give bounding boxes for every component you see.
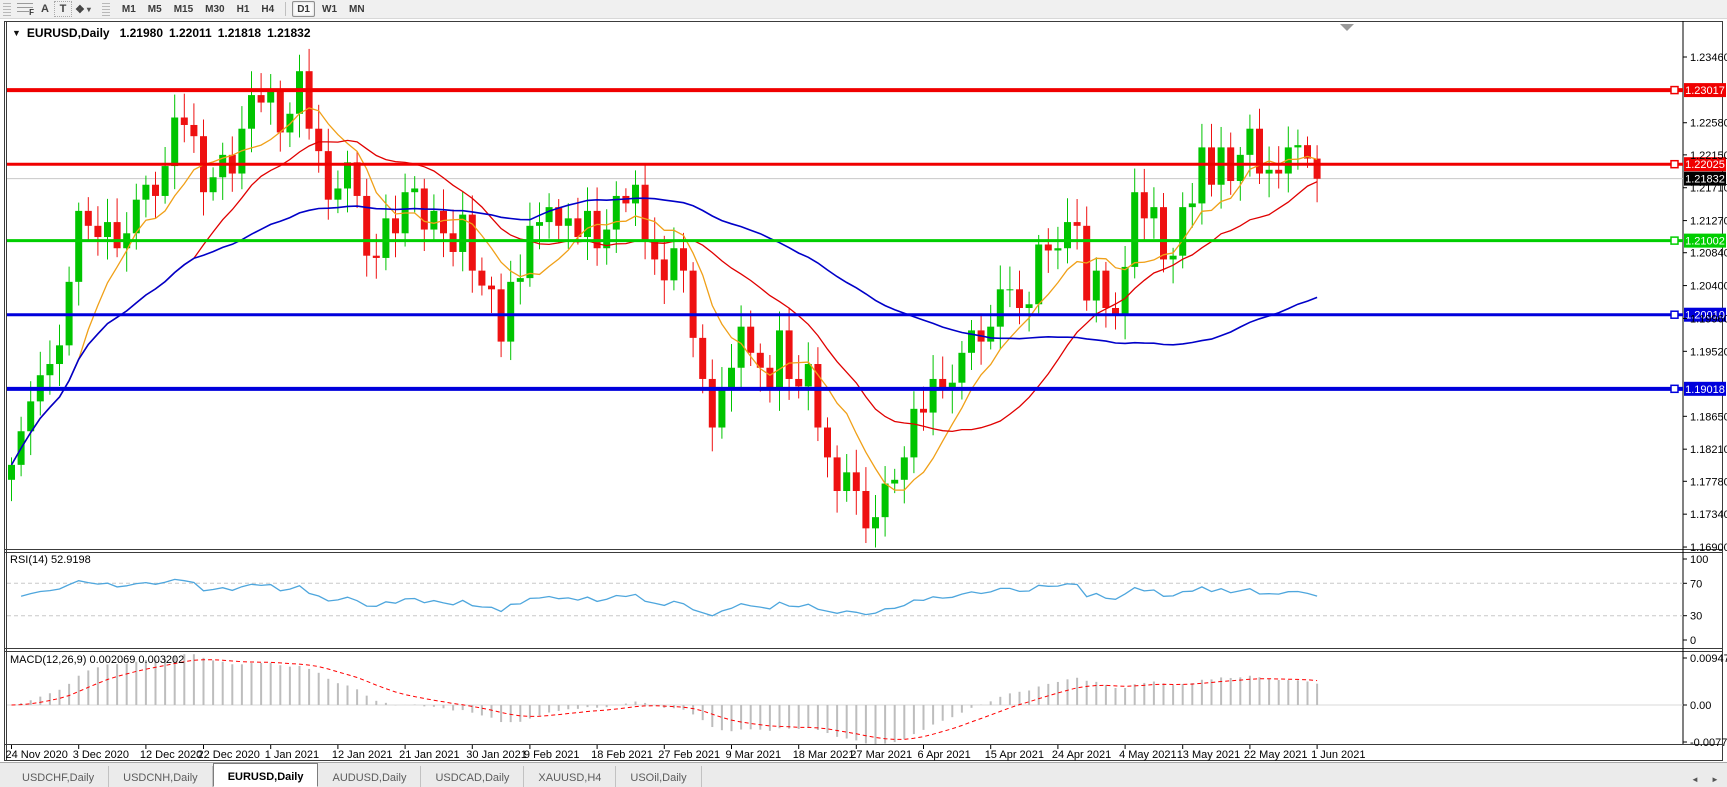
svg-text:1.21710: 1.21710 (1690, 183, 1727, 195)
date-tick-label: 24 Apr 2021 (1052, 749, 1111, 761)
svg-text:1.19520: 1.19520 (1690, 346, 1727, 358)
symbol-tab-xauusd[interactable]: XAUUSD,H4 (524, 766, 616, 787)
chart-symbol-label: EURUSD,Daily (27, 26, 110, 40)
collapse-ohlc-icon[interactable]: ▼ (12, 28, 21, 38)
timeframe-button-mn[interactable]: MN (344, 1, 370, 17)
timeframe-button-h1[interactable]: H1 (232, 1, 255, 17)
symbol-tab-usdchf[interactable]: USDCHF,Daily (8, 766, 109, 787)
svg-text:-0.007778: -0.007778 (1690, 737, 1727, 749)
svg-text:1.18210: 1.18210 (1690, 444, 1727, 456)
fibonacci-icon[interactable]: F (14, 1, 36, 17)
date-tick-label: 22 Dec 2020 (198, 749, 260, 761)
svg-text:1.21270: 1.21270 (1690, 216, 1727, 228)
date-tick-label: 18 Mar 2021 (793, 749, 855, 761)
date-tick-label: 6 Apr 2021 (918, 749, 971, 761)
svg-text:70: 70 (1690, 578, 1702, 590)
date-tick-label: 27 Mar 2021 (850, 749, 912, 761)
date-tick-label: 1 Jun 2021 (1311, 749, 1365, 761)
svg-text:0: 0 (1690, 635, 1696, 647)
date-tick-label: 22 May 2021 (1244, 749, 1308, 761)
timeframe-button-m30[interactable]: M30 (200, 1, 229, 17)
svg-text:1.20840: 1.20840 (1690, 248, 1727, 260)
symbol-tab-usdcad[interactable]: USDCAD,Daily (421, 766, 524, 787)
timeframe-group: M1M5M15M30H1H4 D1W1MN (117, 1, 370, 17)
toolbar-separator (285, 2, 286, 16)
date-tick-label: 13 May 2021 (1177, 749, 1241, 761)
svg-text:1.22150: 1.22150 (1690, 150, 1727, 162)
symbol-tab-audusd[interactable]: AUDUSD,Daily (318, 766, 421, 787)
symbol-tab-usdcnh[interactable]: USDCNH,Daily (109, 766, 213, 787)
svg-text:0.00: 0.00 (1690, 700, 1711, 712)
date-tick-label: 3 Dec 2020 (73, 749, 129, 761)
date-tick-label: 24 Nov 2020 (6, 749, 68, 761)
date-tick-label: 21 Jan 2021 (399, 749, 460, 761)
svg-text:0.009478: 0.009478 (1690, 653, 1727, 665)
timeframe-button-m15[interactable]: M15 (169, 1, 198, 17)
svg-text:1.18650: 1.18650 (1690, 411, 1727, 423)
symbol-tab-usoil[interactable]: USOil,Daily (616, 766, 701, 787)
svg-text:1.17780: 1.17780 (1690, 476, 1727, 488)
chart-title: ▼ EURUSD,Daily 1.21980 1.22011 1.21818 1… (12, 26, 311, 40)
toolbar-grip[interactable] (3, 3, 11, 16)
date-tick-label: 27 Feb 2021 (658, 749, 720, 761)
date-tick-label: 18 Feb 2021 (591, 749, 653, 761)
date-tick-label: 1 Jan 2021 (265, 749, 319, 761)
date-tick-label: 9 Mar 2021 (726, 749, 782, 761)
tabs-holder: USDCHF,DailyUSDCNH,DailyEURUSD,DailyAUDU… (8, 766, 702, 787)
svg-text:1.19960: 1.19960 (1690, 313, 1727, 325)
timeframe-button-m5[interactable]: M5 (143, 1, 167, 17)
svg-text:1.21002: 1.21002 (1685, 236, 1725, 248)
top-toolbar: F A T ❖ ▾ M1M5M15M30H1H4 D1W1MN (0, 0, 1727, 19)
chart-window: 1.230171.220251.210021.200101.190181.218… (0, 20, 1727, 762)
timeframe-button-w1[interactable]: W1 (317, 1, 342, 17)
arrows-glyph: ❖ (75, 3, 85, 16)
svg-text:1.17340: 1.17340 (1690, 509, 1727, 521)
svg-text:1.16900: 1.16900 (1690, 542, 1727, 554)
tabs-scroll-right[interactable]: ► (1707, 771, 1723, 787)
symbol-tab-bar: USDCHF,DailyUSDCNH,DailyEURUSD,DailyAUDU… (0, 762, 1727, 787)
svg-text:1.22580: 1.22580 (1690, 118, 1727, 130)
date-tick-label: 15 Apr 2021 (985, 749, 1044, 761)
date-tick-label: 12 Jan 2021 (332, 749, 393, 761)
svg-text:100: 100 (1690, 554, 1708, 566)
toolbar-grip-2[interactable] (102, 3, 110, 16)
svg-text:1.19018: 1.19018 (1685, 384, 1725, 396)
chevron-down-icon: ▾ (87, 5, 91, 14)
macd-indicator-label: MACD(12,26,9) 0.002069 0.003202 (10, 654, 184, 666)
date-tick-label: 9 Feb 2021 (524, 749, 580, 761)
date-tick-label: 4 May 2021 (1119, 749, 1176, 761)
symbol-tab-eurusd[interactable]: EURUSD,Daily (213, 763, 319, 787)
quote-low: 1.21818 (218, 26, 261, 40)
arrows-icon[interactable]: ❖ ▾ (72, 1, 94, 17)
timeframe-button-d1[interactable]: D1 (292, 1, 315, 17)
date-tick-label: 30 Jan 2021 (466, 749, 527, 761)
chart-canvas[interactable]: 1.230171.220251.210021.200101.190181.218… (0, 20, 1727, 762)
svg-text:30: 30 (1690, 611, 1702, 623)
timeframe-button-m1[interactable]: M1 (117, 1, 141, 17)
svg-text:1.20400: 1.20400 (1690, 281, 1727, 293)
trading-app: F A T ❖ ▾ M1M5M15M30H1H4 D1W1MN 1.23017 1.… (0, 0, 1727, 787)
tabs-scroll-left[interactable]: ◄ (1687, 771, 1703, 787)
quote-open: 1.21980 (120, 26, 163, 40)
svg-text:1.23017: 1.23017 (1685, 85, 1725, 97)
timeframe-button-h4[interactable]: H4 (256, 1, 279, 17)
quote-close: 1.21832 (267, 26, 310, 40)
rsi-indicator-label: RSI(14) 52.9198 (10, 554, 91, 566)
date-tick-label: 12 Dec 2020 (140, 749, 202, 761)
svg-text:1.23460: 1.23460 (1690, 52, 1727, 64)
text-icon[interactable]: T (54, 1, 72, 17)
quote-high: 1.22011 (169, 26, 212, 40)
text-label-icon[interactable]: A (36, 1, 54, 17)
